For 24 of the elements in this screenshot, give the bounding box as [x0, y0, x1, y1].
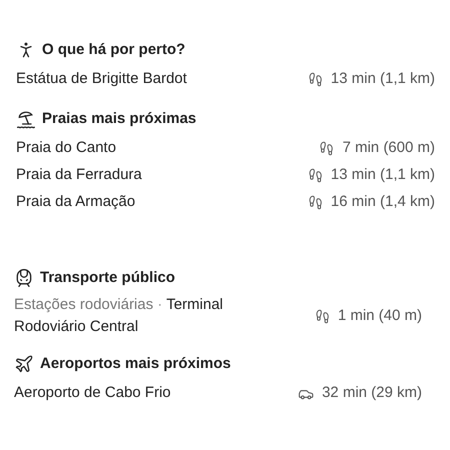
place-name: Estações rodoviárias · Terminal Rodoviário Central — [14, 295, 224, 337]
section-heading: Aeroportos mais próximos — [40, 354, 231, 374]
travel-time: 32 min (29 km) — [322, 383, 422, 404]
footprints-icon — [308, 195, 323, 210]
section-heading: Transporte público — [40, 268, 176, 288]
travel-time: 7 min (600 m) — [342, 138, 435, 158]
travel-time: 13 min (1,1 km) — [330, 69, 435, 90]
place-name: Estátua de Brigitte Bardot — [16, 69, 187, 90]
footprints-icon — [319, 141, 334, 156]
beach-umbrella-icon — [16, 109, 36, 129]
travel-time: 16 min (1,4 km) — [330, 192, 435, 212]
place-name: Praia da Armação — [16, 192, 136, 212]
place-name: Aeroporto de Cabo Frio — [14, 383, 171, 404]
footprints-icon — [308, 168, 323, 183]
section-heading: O que há por perto? — [42, 40, 186, 60]
footprints-icon — [314, 308, 330, 324]
footprints-icon — [308, 72, 323, 87]
travel-time: 1 min (40 m) — [338, 306, 422, 326]
plane-icon — [14, 354, 34, 374]
train-icon — [14, 268, 34, 288]
place-name: Praia do Canto — [16, 138, 116, 158]
section-heading: Praias mais próximas — [42, 108, 196, 129]
place-name: Praia da Ferradura — [16, 165, 142, 186]
travel-time: 13 min (1,1 km) — [330, 165, 435, 186]
